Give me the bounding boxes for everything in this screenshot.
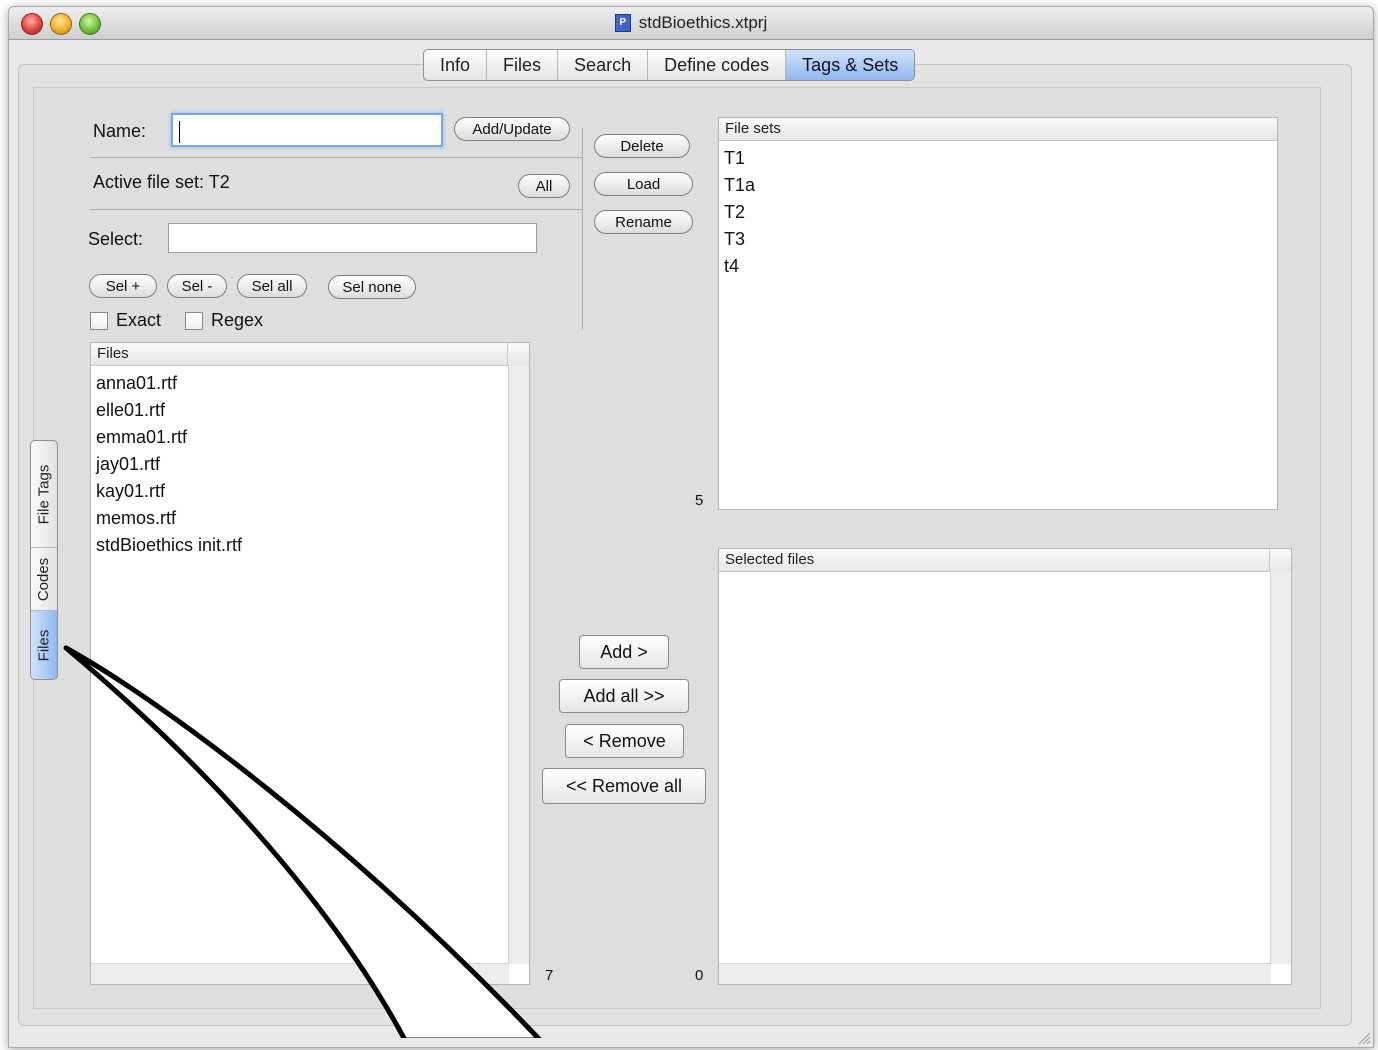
list-item[interactable]: T3 bbox=[719, 226, 1277, 253]
side-tab-files-label: Files bbox=[35, 629, 53, 661]
list-item[interactable]: anna01.rtf bbox=[91, 370, 529, 397]
sel-all-button[interactable]: Sel all bbox=[237, 274, 307, 298]
list-item[interactable]: emma01.rtf bbox=[91, 424, 529, 451]
rename-set-button[interactable]: Rename bbox=[594, 210, 693, 234]
side-tab-codes-label: Codes bbox=[35, 557, 53, 601]
window-title: stdBioethics.xtprj bbox=[638, 13, 768, 32]
active-file-set-caption: Active file set: bbox=[93, 172, 205, 192]
file-sets-list[interactable]: File sets T1 T1a T2 T3 t4 bbox=[718, 117, 1278, 510]
sel-minus-button[interactable]: Sel - bbox=[167, 274, 227, 298]
add-update-button[interactable]: Add/Update bbox=[454, 117, 570, 141]
divider bbox=[90, 209, 583, 210]
delete-set-button[interactable]: Delete bbox=[594, 134, 690, 158]
file-sets-list-header[interactable]: File sets bbox=[719, 118, 1277, 141]
text-caret bbox=[179, 121, 180, 143]
exact-checkbox[interactable]: Exact bbox=[90, 310, 161, 331]
tab-tags-and-sets[interactable]: Tags & Sets bbox=[786, 50, 915, 80]
list-item[interactable]: T1a bbox=[719, 172, 1277, 199]
sel-none-button[interactable]: Sel none bbox=[328, 275, 416, 299]
list-item[interactable]: t4 bbox=[719, 253, 1277, 280]
files-list-header[interactable]: Files bbox=[91, 343, 529, 366]
selected-files-column-header: Selected files bbox=[725, 551, 815, 568]
name-input[interactable] bbox=[171, 113, 443, 147]
list-item[interactable]: jay01.rtf bbox=[91, 451, 529, 478]
files-count: 7 bbox=[545, 967, 554, 984]
list-item[interactable]: T1 bbox=[719, 145, 1277, 172]
side-tab-bar: File Tags Codes Files bbox=[30, 440, 58, 680]
selected-files-horizontal-scrollbar[interactable] bbox=[719, 963, 1271, 984]
tab-define-codes[interactable]: Define codes bbox=[648, 50, 787, 80]
files-rows: anna01.rtf elle01.rtf emma01.rtf jay01.r… bbox=[91, 366, 529, 559]
regex-checkbox-label: Regex bbox=[211, 310, 264, 330]
selected-files-list-header[interactable]: Selected files bbox=[719, 549, 1291, 572]
side-tab-files[interactable]: Files bbox=[31, 611, 57, 679]
selected-files-count: 0 bbox=[695, 967, 704, 984]
list-item[interactable]: stdBioethics init.rtf bbox=[91, 532, 529, 559]
file-sets-rows: T1 T1a T2 T3 t4 bbox=[719, 141, 1277, 280]
remove-button[interactable]: < Remove bbox=[565, 724, 684, 758]
side-tab-file-tags[interactable]: File Tags bbox=[31, 441, 57, 547]
file-sets-column-header: File sets bbox=[725, 120, 781, 137]
files-vertical-scrollbar[interactable] bbox=[508, 365, 529, 964]
add-button[interactable]: Add > bbox=[579, 635, 669, 669]
name-label: Name: bbox=[93, 121, 147, 141]
active-file-set-label: Active file set: T2 bbox=[93, 172, 230, 193]
vertical-divider bbox=[582, 128, 583, 330]
side-tab-codes[interactable]: Codes bbox=[31, 548, 57, 610]
column-separator bbox=[1269, 549, 1270, 571]
project-file-icon: P bbox=[614, 14, 631, 32]
selected-files-vertical-scrollbar[interactable] bbox=[1270, 571, 1291, 964]
tab-files[interactable]: Files bbox=[487, 50, 559, 80]
add-all-button[interactable]: Add all >> bbox=[559, 679, 689, 713]
remove-all-button[interactable]: << Remove all bbox=[542, 768, 706, 804]
resize-grip-icon[interactable] bbox=[1357, 1031, 1371, 1045]
exact-checkbox-box[interactable] bbox=[90, 311, 108, 330]
load-set-button[interactable]: Load bbox=[594, 172, 693, 196]
side-tab-file-tags-label: File Tags bbox=[35, 464, 53, 524]
column-separator bbox=[507, 343, 508, 365]
files-column-header: Files bbox=[97, 345, 129, 362]
active-file-set-value: T2 bbox=[208, 172, 230, 192]
files-list[interactable]: Files anna01.rtf elle01.rtf emma01.rtf j… bbox=[90, 342, 530, 985]
list-item[interactable]: kay01.rtf bbox=[91, 478, 529, 505]
list-item[interactable]: elle01.rtf bbox=[91, 397, 529, 424]
all-button[interactable]: All bbox=[518, 174, 570, 198]
select-input[interactable] bbox=[168, 223, 537, 253]
list-item[interactable]: memos.rtf bbox=[91, 505, 529, 532]
title-container: P stdBioethics.xtprj bbox=[9, 7, 1373, 39]
selected-files-list[interactable]: Selected files bbox=[718, 548, 1292, 985]
list-item[interactable]: T2 bbox=[719, 199, 1277, 226]
files-horizontal-scrollbar[interactable] bbox=[91, 963, 509, 984]
regex-checkbox[interactable]: Regex bbox=[185, 310, 263, 331]
select-label: Select: bbox=[88, 229, 144, 249]
regex-checkbox-box[interactable] bbox=[185, 311, 203, 330]
title-bar: P stdBioethics.xtprj bbox=[9, 7, 1373, 40]
file-sets-count: 5 bbox=[695, 492, 704, 509]
divider bbox=[90, 157, 583, 158]
main-tab-bar: Info Files Search Define codes Tags & Se… bbox=[423, 49, 916, 81]
sel-plus-button[interactable]: Sel + bbox=[89, 274, 157, 298]
tab-search[interactable]: Search bbox=[558, 50, 649, 80]
exact-checkbox-label: Exact bbox=[116, 310, 162, 330]
tab-info[interactable]: Info bbox=[424, 50, 488, 80]
